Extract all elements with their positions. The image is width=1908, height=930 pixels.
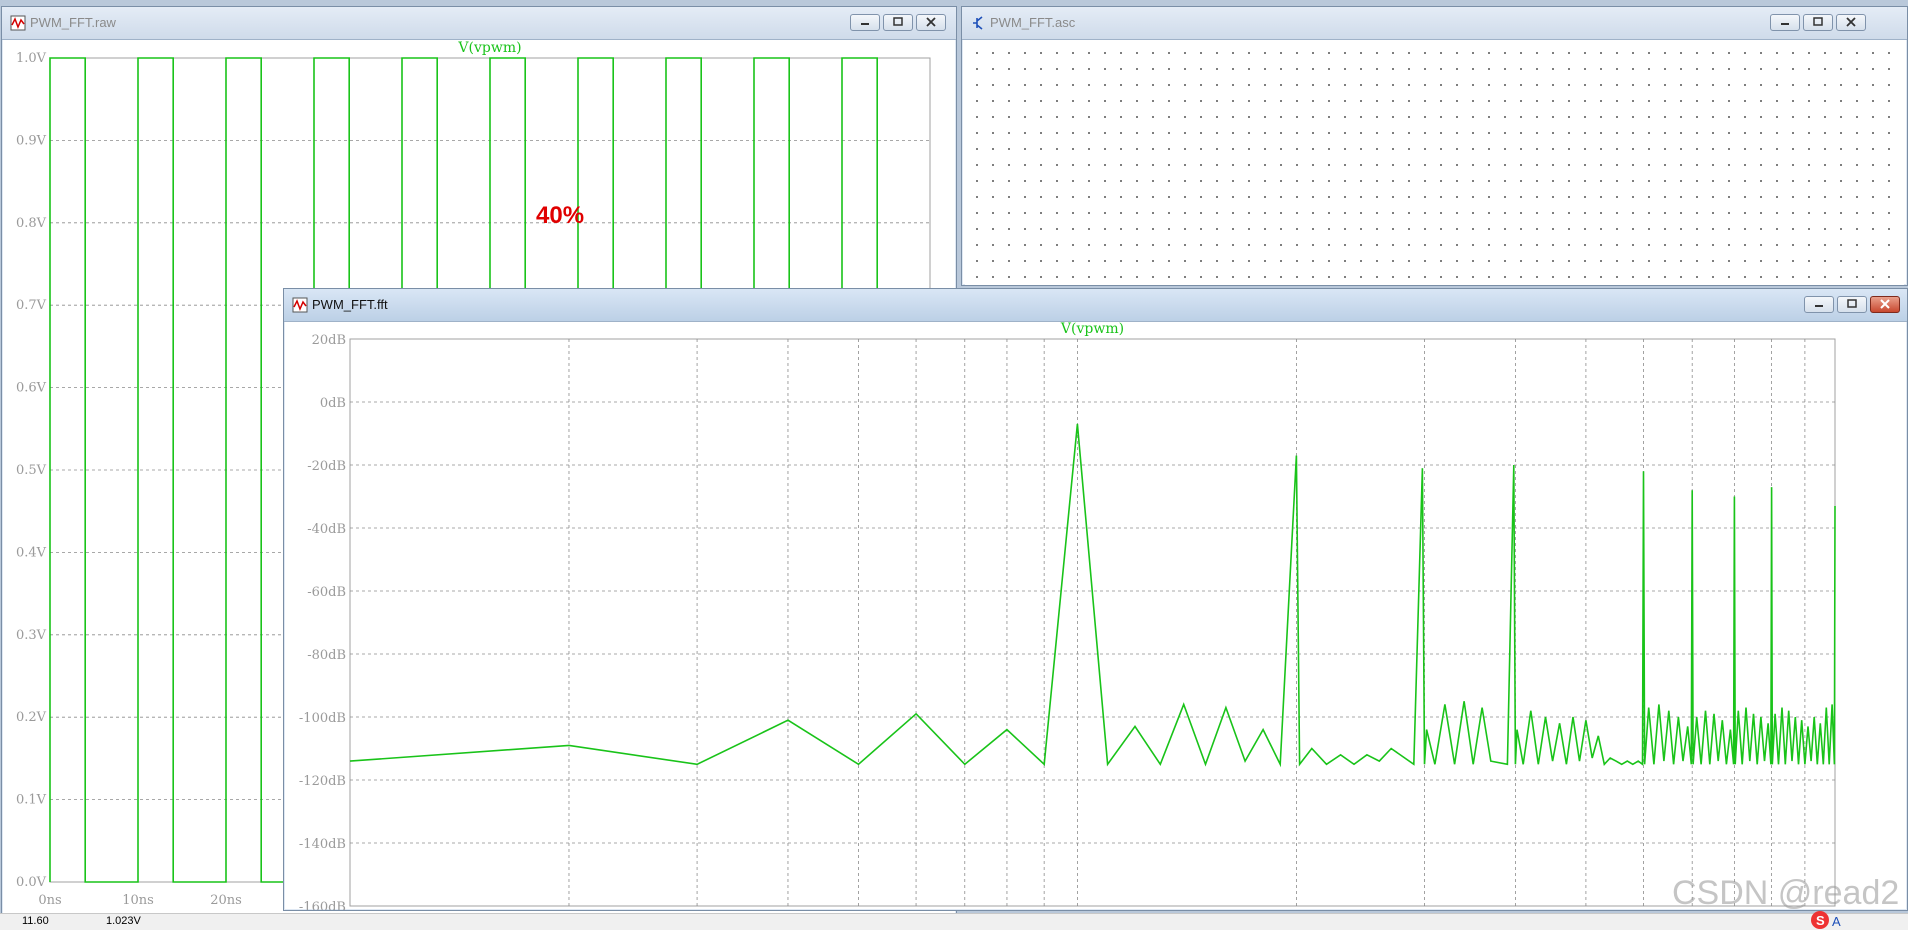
- fft-y-tick-label: -20dB: [307, 459, 346, 474]
- time-y-tick-label: 0.0V: [16, 875, 47, 890]
- time-y-tick-label: 0.5V: [16, 463, 47, 478]
- raw-restore-button[interactable]: [883, 14, 913, 31]
- asc-close-button[interactable]: [1836, 14, 1866, 31]
- time-y-tick-label: 0.2V: [16, 710, 47, 725]
- minimize-icon: [861, 23, 869, 25]
- close-icon: [1880, 299, 1890, 309]
- time-y-tick-label: 0.7V: [16, 298, 47, 313]
- time-y-tick-label: 0.1V: [16, 793, 47, 808]
- fft-minimize-button[interactable]: [1804, 296, 1834, 313]
- fft-trace-label: V(vpwm): [1060, 321, 1124, 337]
- fft-restore-button[interactable]: [1837, 296, 1867, 313]
- time-y-tick-label: 0.4V: [16, 545, 47, 560]
- time-y-tick-label: 1.0V: [16, 51, 47, 66]
- time-trace-label: V(vpwm): [457, 40, 521, 56]
- minimize-icon: [1815, 305, 1823, 307]
- raw-window-titlebar[interactable]: PWM_FFT.raw: [2, 7, 956, 40]
- waveform-icon: [292, 297, 308, 313]
- fft-window-title: PWM_FFT.fft: [312, 297, 388, 312]
- fft-y-tick-label: -60dB: [307, 585, 346, 600]
- asc-minimize-button[interactable]: [1770, 14, 1800, 31]
- csdn-logo-icon: S A: [1811, 911, 1841, 929]
- fft-y-tick-label: -40dB: [307, 522, 346, 537]
- fft-y-tick-label: 20dB: [312, 333, 346, 348]
- time-x-tick-label: 10ns: [122, 893, 154, 908]
- raw-minimize-button[interactable]: [850, 14, 880, 31]
- time-y-tick-label: 0.9V: [16, 133, 47, 148]
- fft-y-tick-label: 0dB: [320, 396, 346, 411]
- time-y-tick-label: 0.3V: [16, 628, 47, 643]
- asc-window-title: PWM_FFT.asc: [990, 15, 1076, 30]
- close-icon: [926, 17, 936, 27]
- waveform-icon: [10, 15, 26, 31]
- close-icon: [1846, 17, 1856, 27]
- minimize-icon: [1781, 23, 1789, 25]
- fft-y-tick-label: -100dB: [299, 711, 346, 726]
- cursor-x-readout: 11.60: [22, 915, 49, 927]
- schematic-window[interactable]: PWM_FFT.asc: [961, 6, 1908, 286]
- status-bar: 11.60 1.023V: [0, 913, 1908, 930]
- svg-text:A: A: [1832, 914, 1841, 929]
- asc-restore-button[interactable]: [1803, 14, 1833, 31]
- restore-icon: [1847, 299, 1857, 308]
- raw-window-title: PWM_FFT.raw: [30, 15, 116, 30]
- fft-close-button[interactable]: [1870, 296, 1900, 313]
- fft-plot-area[interactable]: 20dB 0dB -20dB -40dB -60dB -80dB -100dB -120dB -…: [284, 321, 1907, 910]
- fft-y-tick-label: -140dB: [299, 837, 346, 852]
- schematic-icon: [973, 16, 983, 30]
- fft-plot-window[interactable]: PWM_FFT.fft 20dB 0dB -20dB -40dB -60dB -80dB -…: [283, 288, 1908, 911]
- restore-icon: [1813, 17, 1823, 26]
- frequency-domain-chart: 20dB 0dB -20dB -40dB -60dB -80dB -100dB -120dB -…: [299, 321, 1836, 910]
- fft-y-tick-label: -120dB: [299, 774, 346, 789]
- time-y-tick-label: 0.8V: [16, 216, 47, 231]
- asc-window-titlebar[interactable]: PWM_FFT.asc: [962, 7, 1907, 40]
- fft-plot-frame: [349, 338, 1836, 907]
- fft-window-titlebar[interactable]: PWM_FFT.fft: [284, 289, 1907, 322]
- duty-cycle-annotation: 40%: [536, 202, 585, 229]
- time-y-tick-label: 0.6V: [16, 381, 47, 396]
- time-x-tick-label: 0ns: [38, 893, 61, 908]
- fft-y-tick-label: -160dB: [299, 900, 346, 910]
- time-x-tick-label: 20ns: [210, 893, 242, 908]
- svg-text:S: S: [1816, 913, 1825, 928]
- cursor-y-readout: 1.023V: [106, 915, 141, 927]
- restore-icon: [893, 17, 903, 26]
- raw-close-button[interactable]: [916, 14, 946, 31]
- fft-y-tick-label: -80dB: [307, 648, 346, 663]
- schematic-canvas[interactable]: [965, 41, 1904, 285]
- watermark-text: CSDN @read2: [1672, 874, 1900, 912]
